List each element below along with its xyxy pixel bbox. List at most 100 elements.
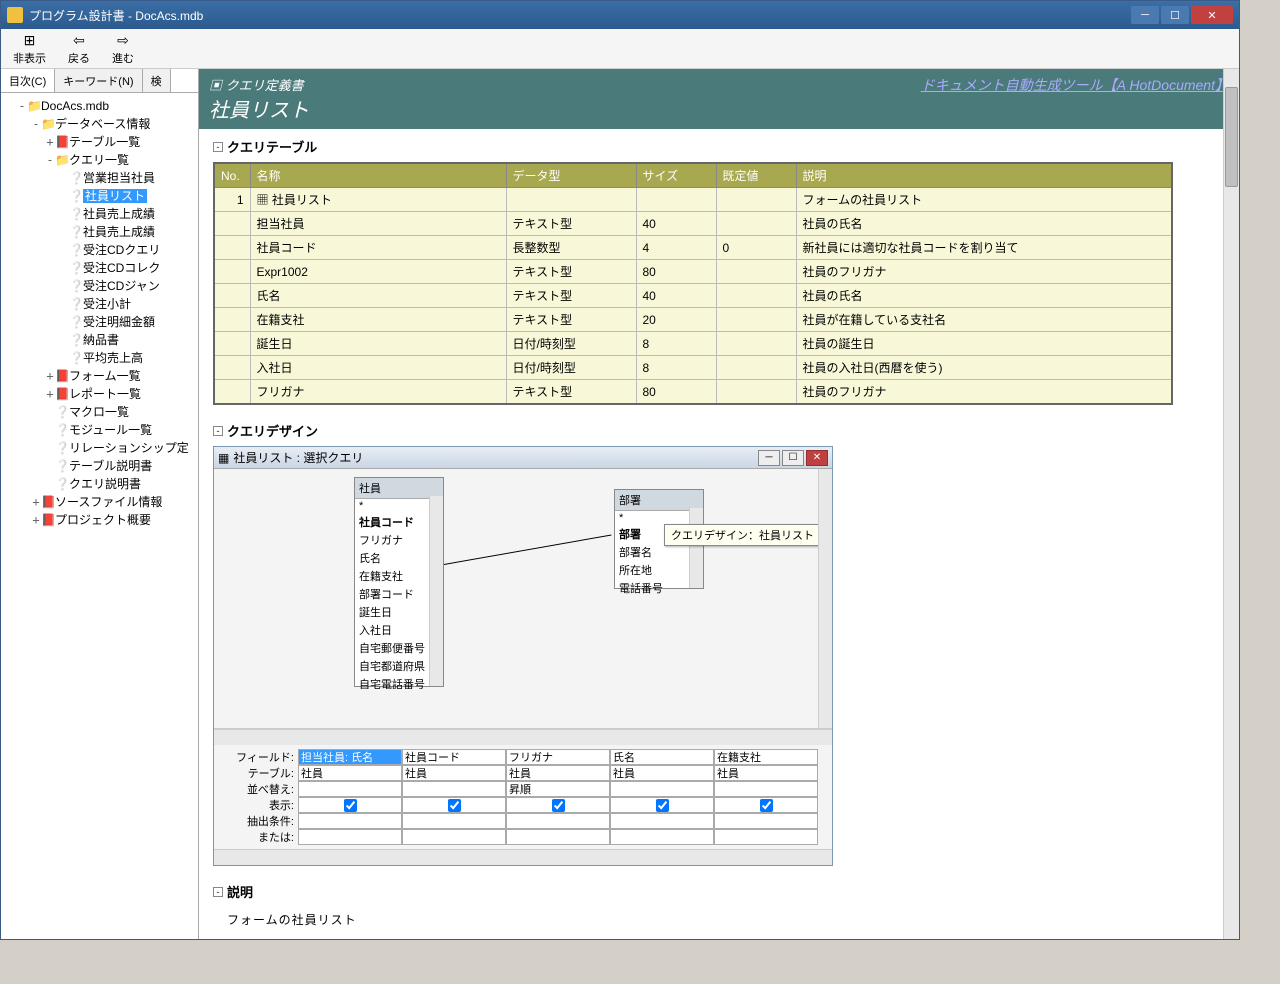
grid-cell[interactable] xyxy=(402,813,506,829)
back-icon: ⇦ xyxy=(73,32,85,49)
scrollbar[interactable] xyxy=(689,508,703,588)
table-row: 在籍支社テキスト型20社員が在籍している支社名 xyxy=(214,308,1172,332)
tree-view[interactable]: -📁DocAcs.mdb -📁データベース情報 +📕テーブル一覧 -📁クエリ一覧… xyxy=(1,93,198,939)
tree-macro-list[interactable]: マクロ一覧 xyxy=(69,405,129,419)
tree-query-item[interactable]: 社員売上成績 xyxy=(83,207,155,221)
grid-cell[interactable] xyxy=(506,797,610,813)
grid-cell[interactable] xyxy=(506,829,610,845)
tree-query-item[interactable]: 受注CDコレク xyxy=(83,261,160,275)
grid-cell[interactable] xyxy=(610,797,714,813)
tab-index[interactable]: 検 xyxy=(143,69,171,92)
grid-cell[interactable] xyxy=(402,797,506,813)
tree-tbl-doc[interactable]: テーブル説明書 xyxy=(69,459,152,473)
tree-query-list[interactable]: クエリ一覧 xyxy=(69,153,129,167)
tree-query-item[interactable]: 社員売上成績 xyxy=(83,225,155,239)
tree-root[interactable]: DocAcs.mdb xyxy=(41,99,109,113)
design-grid: フィールド:担当社員: 氏名社員コードフリガナ氏名在籍支社 テーブル:社員社員社… xyxy=(214,745,832,849)
tree-query-item[interactable]: 受注小計 xyxy=(83,297,131,311)
grid-cell[interactable] xyxy=(402,829,506,845)
grid-cell[interactable] xyxy=(610,813,714,829)
close-button[interactable]: ✕ xyxy=(1191,6,1233,24)
grid-cell[interactable] xyxy=(714,829,818,845)
tree-project[interactable]: プロジェクト概要 xyxy=(55,513,151,527)
col-type: データ型 xyxy=(506,163,636,188)
grid-cell[interactable]: 社員 xyxy=(298,765,402,781)
design-title: 社員リスト : 選択クエリ xyxy=(233,449,363,466)
tree-report-list[interactable]: レポート一覧 xyxy=(69,387,141,401)
tree-qry-doc[interactable]: クエリ説明書 xyxy=(69,477,141,491)
grid-cell[interactable] xyxy=(298,797,402,813)
sidebar: 目次(C) キーワード(N) 検 -📁DocAcs.mdb -📁データベース情報… xyxy=(1,69,199,939)
hide-icon: ⊞ xyxy=(24,32,36,49)
tree-query-item[interactable]: 平均売上高 xyxy=(83,351,143,365)
tree-rel-list[interactable]: リレーションシップ定 xyxy=(69,441,189,455)
section-table: クエリテーブル xyxy=(227,137,317,156)
window-title: プログラム設計書 - DocAcs.mdb xyxy=(29,7,203,24)
grid-hscroll[interactable] xyxy=(214,849,832,865)
tree-module-list[interactable]: モジュール一覧 xyxy=(69,423,152,437)
doc-tool-link[interactable]: ドキュメント自動生成ツール【A HotDocument】 xyxy=(921,77,1229,93)
hide-button[interactable]: ⊞ 非表示 xyxy=(7,30,52,68)
grid-cell[interactable] xyxy=(714,781,818,797)
titlebar: プログラム設計書 - DocAcs.mdb ─ ☐ ✕ xyxy=(1,1,1239,29)
section-design: クエリデザイン xyxy=(227,421,318,440)
canvas-vscroll[interactable] xyxy=(818,469,832,728)
dw-close[interactable]: ✕ xyxy=(806,450,828,466)
tree-query-item[interactable]: 営業担当社員 xyxy=(83,171,155,185)
minimize-button[interactable]: ─ xyxy=(1131,6,1159,24)
dw-minimize[interactable]: ─ xyxy=(758,450,780,466)
content-vscroll[interactable] xyxy=(1223,69,1239,939)
tab-keyword[interactable]: キーワード(N) xyxy=(55,69,142,92)
grid-cell[interactable] xyxy=(610,829,714,845)
canvas-hscroll[interactable] xyxy=(214,729,832,745)
tree-query-item[interactable]: 納品書 xyxy=(83,333,119,347)
grid-cell[interactable] xyxy=(506,813,610,829)
grid-cell[interactable] xyxy=(610,781,714,797)
maximize-button[interactable]: ☐ xyxy=(1161,6,1189,24)
grid-cell[interactable]: 社員コード xyxy=(402,749,506,765)
tree-table-list[interactable]: テーブル一覧 xyxy=(69,135,140,149)
tree-query-item[interactable]: 受注CDクエリ xyxy=(83,243,160,257)
tab-contents[interactable]: 目次(C) xyxy=(1,69,55,92)
scrollbar[interactable] xyxy=(429,496,443,686)
grid-cell[interactable]: 担当社員: 氏名 xyxy=(298,749,402,765)
dw-maximize[interactable]: ☐ xyxy=(782,450,804,466)
table-row: 社員コード長整数型40新社員には適切な社員コードを割り当て xyxy=(214,236,1172,260)
grid-cell[interactable]: 社員 xyxy=(610,765,714,781)
grid-cell[interactable]: 昇順 xyxy=(506,781,610,797)
app-window: プログラム設計書 - DocAcs.mdb ─ ☐ ✕ ⊞ 非表示 ⇦ 戻る ⇨… xyxy=(0,0,1240,940)
grid-cell[interactable]: 社員 xyxy=(506,765,610,781)
grid-cell[interactable]: 氏名 xyxy=(610,749,714,765)
tree-query-item[interactable]: 受注明細金額 xyxy=(83,315,155,329)
back-button[interactable]: ⇦ 戻る xyxy=(62,30,96,68)
grid-cell[interactable]: 社員 xyxy=(714,765,818,781)
design-window: ▦社員リスト : 選択クエリ ─ ☐ ✕ 社員 *社員コードフリガナ氏名在籍支社… xyxy=(213,446,833,866)
forward-button[interactable]: ⇨ 進む xyxy=(106,30,140,68)
toolbar: ⊞ 非表示 ⇦ 戻る ⇨ 進む xyxy=(1,29,1239,69)
grid-cell[interactable] xyxy=(714,813,818,829)
page-title: 社員リスト xyxy=(209,94,309,123)
grid-cell[interactable]: 社員 xyxy=(402,765,506,781)
grid-cell[interactable] xyxy=(298,813,402,829)
content-pane: ▣ クエリ定義書 社員リスト ドキュメント自動生成ツール【A HotDocume… xyxy=(199,69,1239,939)
table-row: 誕生日日付/時刻型8社員の誕生日 xyxy=(214,332,1172,356)
forward-icon: ⇨ xyxy=(117,32,129,49)
grid-cell[interactable] xyxy=(298,781,402,797)
grid-cell[interactable] xyxy=(402,781,506,797)
table-row: Expr1002テキスト型80社員のフリガナ xyxy=(214,260,1172,284)
tree-form-list[interactable]: フォーム一覧 xyxy=(69,369,141,383)
col-desc: 説明 xyxy=(796,163,1172,188)
grid-cell[interactable] xyxy=(714,797,818,813)
grid-cell[interactable] xyxy=(298,829,402,845)
col-name: 名称 xyxy=(250,163,506,188)
tree-query-item[interactable]: 社員リスト xyxy=(83,189,147,203)
grid-cell[interactable]: 在籍支社 xyxy=(714,749,818,765)
tree-db-info[interactable]: データベース情報 xyxy=(55,117,150,131)
grid-cell[interactable]: フリガナ xyxy=(506,749,610,765)
design-canvas[interactable]: 社員 *社員コードフリガナ氏名在籍支社部署コード誕生日入社日自宅郵便番号自宅都道… xyxy=(214,469,832,729)
tree-query-item[interactable]: 受注CDジャン xyxy=(83,279,160,293)
table-box-employee[interactable]: 社員 *社員コードフリガナ氏名在籍支社部署コード誕生日入社日自宅郵便番号自宅都道… xyxy=(354,477,444,687)
col-no: No. xyxy=(214,163,250,188)
table-row: 入社日日付/時刻型8社員の入社日(西暦を使う) xyxy=(214,356,1172,380)
tree-source-info[interactable]: ソースファイル情報 xyxy=(55,495,162,509)
